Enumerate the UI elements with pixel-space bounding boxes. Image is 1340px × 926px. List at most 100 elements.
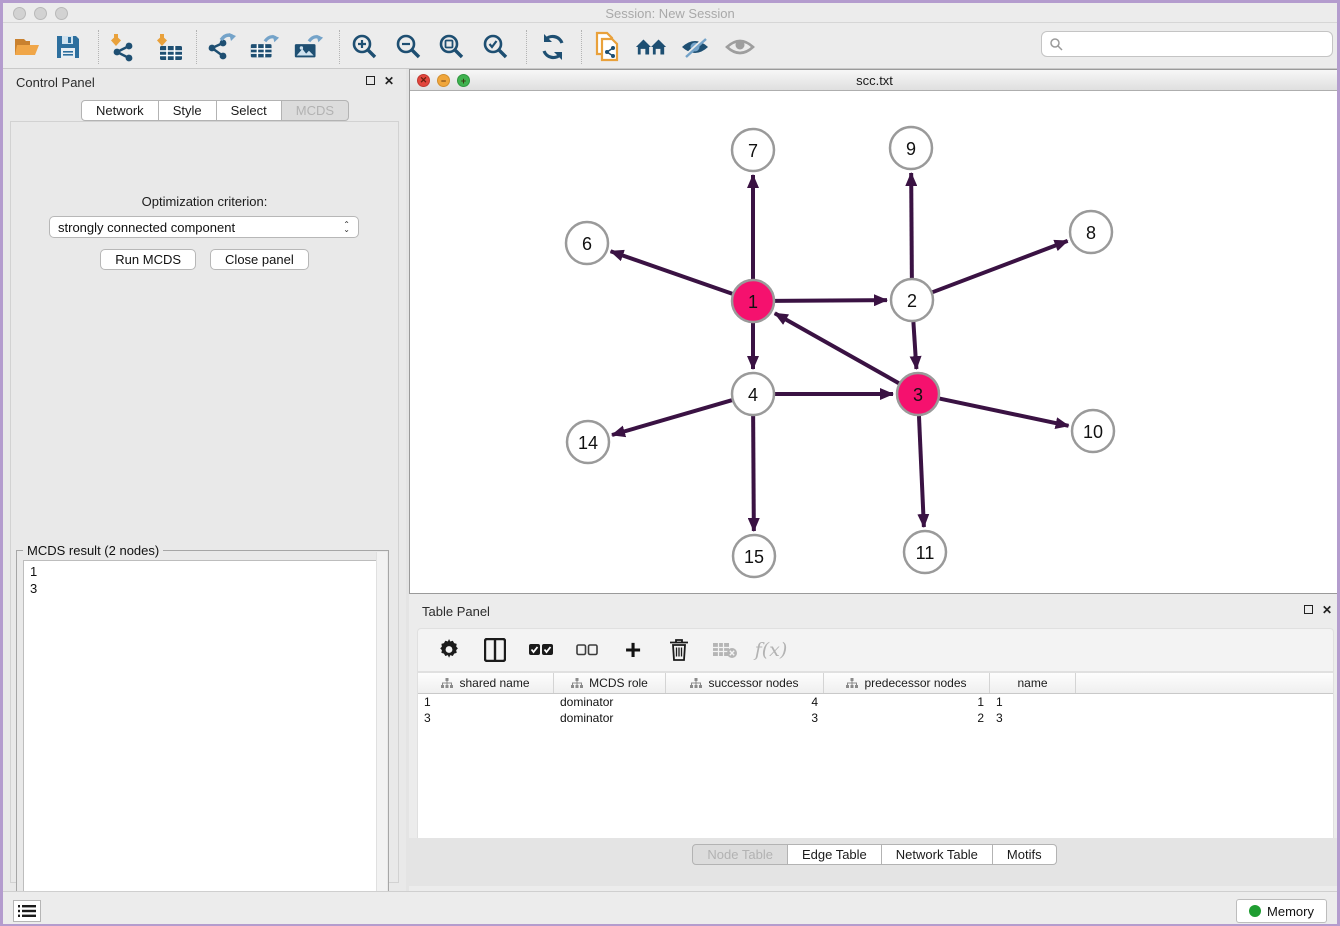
zoom-in-icon[interactable] (349, 31, 381, 63)
memory-label: Memory (1267, 904, 1314, 919)
cell-mcds-role: dominator (554, 711, 666, 725)
export-network-icon[interactable] (205, 31, 237, 63)
tab-network-table[interactable]: Network Table (882, 844, 993, 865)
float-panel-icon[interactable] (366, 75, 375, 87)
cell-name: 1 (990, 695, 1076, 709)
control-panel-title: Control Panel (16, 75, 95, 90)
zoom-selected-icon[interactable] (480, 31, 512, 63)
search-input[interactable] (1067, 37, 1332, 51)
graph-edge-3-1[interactable] (775, 313, 899, 383)
memory-button[interactable]: Memory (1236, 899, 1327, 923)
graph-edge-2-3[interactable] (913, 322, 916, 369)
graph-edge-2-8[interactable] (933, 241, 1068, 292)
zoom-fit-icon[interactable] (436, 31, 468, 63)
control-panel-tabs: Network Style Select MCDS (81, 100, 349, 121)
show-all-icon[interactable] (724, 31, 756, 63)
zoom-out-icon[interactable] (393, 31, 425, 63)
task-history-button[interactable] (13, 900, 41, 922)
graph-edge-2-9[interactable] (911, 173, 912, 278)
open-file-icon[interactable] (11, 31, 43, 63)
main-toolbar (3, 24, 1337, 69)
window-title: Session: New Session (3, 6, 1337, 21)
graph-edges[interactable] (611, 173, 1069, 531)
graph-edge-1-2[interactable] (775, 300, 887, 301)
network-graph-canvas[interactable]: 7968124314101511 (410, 92, 1339, 594)
optimization-criterion-select[interactable]: strongly connected component ⌃⌄ (49, 216, 359, 238)
cell-predecessor-nodes: 1 (824, 695, 990, 709)
column-header-mcds-role[interactable]: MCDS role (554, 673, 666, 693)
graph-edge-3-11[interactable] (919, 416, 924, 527)
mcds-panel: Optimization criterion: strongly connect… (10, 121, 399, 883)
column-header-successor-nodes[interactable]: successor nodes (666, 673, 824, 693)
network-window-titlebar[interactable]: ✕ − + scc.txt (410, 70, 1339, 91)
delete-icon[interactable] (666, 637, 692, 663)
column-header-predecessor-nodes[interactable]: predecessor nodes (824, 673, 990, 693)
close-table-panel-icon[interactable]: ✕ (1322, 604, 1332, 616)
toolbar-separator (581, 30, 582, 64)
tab-mcds[interactable]: MCDS (282, 100, 349, 121)
application-window: Session: New Session (0, 0, 1340, 926)
float-table-panel-icon[interactable] (1304, 604, 1313, 616)
graph-edge-4-15[interactable] (753, 416, 754, 531)
toolbar-separator (98, 30, 99, 64)
graph-edge-3-10[interactable] (940, 399, 1069, 426)
tab-network[interactable]: Network (81, 100, 159, 121)
graph-node-label-4: 4 (748, 385, 758, 405)
tab-style[interactable]: Style (159, 100, 217, 121)
graph-node-label-2: 2 (907, 291, 917, 311)
table-row[interactable]: 1 dominator 4 1 1 (418, 694, 1333, 710)
hide-selected-icon[interactable] (679, 31, 711, 63)
mcds-result-title: MCDS result (2 nodes) (23, 543, 163, 558)
graph-node-label-1: 1 (748, 292, 758, 312)
mcds-result-scrollbar[interactable] (376, 552, 387, 910)
table-row[interactable]: 3 dominator 3 2 3 (418, 710, 1333, 726)
table-panel-title: Table Panel (422, 604, 490, 619)
run-mcds-button[interactable]: Run MCDS (100, 249, 196, 270)
function-icon[interactable]: f(x) (758, 637, 784, 663)
table-toolbar: + f(x) (417, 628, 1334, 672)
save-session-icon[interactable] (52, 31, 84, 63)
tab-edge-table[interactable]: Edge Table (788, 844, 882, 865)
select-all-icon[interactable] (528, 637, 554, 663)
cell-shared-name: 3 (418, 711, 554, 725)
chevron-up-down-icon: ⌃⌄ (343, 222, 350, 232)
cell-successor-nodes: 4 (666, 695, 824, 709)
apply-layout-icon[interactable] (537, 31, 569, 63)
control-panel: Control Panel ✕ Network Style Select MCD… (3, 69, 406, 891)
tab-select[interactable]: Select (217, 100, 282, 121)
attribute-icon (441, 678, 453, 689)
tab-motifs[interactable]: Motifs (993, 844, 1057, 865)
import-table-icon[interactable] (153, 31, 185, 63)
graph-node-label-3: 3 (913, 385, 923, 405)
gear-icon[interactable] (436, 637, 462, 663)
cell-mcds-role: dominator (554, 695, 666, 709)
delete-table-icon[interactable] (712, 637, 738, 663)
window-titlebar: Session: New Session (3, 3, 1337, 23)
toolbar-separator (196, 30, 197, 64)
first-neighbors-icon[interactable] (635, 31, 667, 63)
graph-node-label-14: 14 (578, 433, 598, 453)
cell-predecessor-nodes: 2 (824, 711, 990, 725)
graph-node-label-11: 11 (916, 543, 935, 563)
close-panel-icon[interactable]: ✕ (384, 75, 394, 87)
memory-status-icon (1249, 905, 1261, 917)
column-header-shared-name[interactable]: shared name (418, 673, 554, 693)
graph-node-label-10: 10 (1083, 422, 1103, 442)
columns-icon[interactable] (482, 637, 508, 663)
graph-edge-1-6[interactable] (611, 251, 733, 293)
network-clone-icon[interactable] (592, 31, 624, 63)
attribute-icon (690, 678, 702, 689)
mcds-result-text[interactable]: 1 3 (23, 560, 382, 920)
mcds-result-group: MCDS result (2 nodes) 1 3 (16, 550, 389, 926)
table-tabs: Node Table Edge Table Network Table Moti… (409, 838, 1340, 886)
import-network-icon[interactable] (107, 31, 139, 63)
close-panel-button[interactable]: Close panel (210, 249, 309, 270)
deselect-all-icon[interactable] (574, 637, 600, 663)
graph-edge-4-14[interactable] (612, 400, 732, 435)
column-header-name[interactable]: name (990, 673, 1076, 693)
add-icon[interactable]: + (620, 637, 646, 663)
export-table-icon[interactable] (248, 31, 280, 63)
export-image-icon[interactable] (292, 31, 324, 63)
search-icon (1049, 37, 1063, 51)
tab-node-table[interactable]: Node Table (692, 844, 788, 865)
